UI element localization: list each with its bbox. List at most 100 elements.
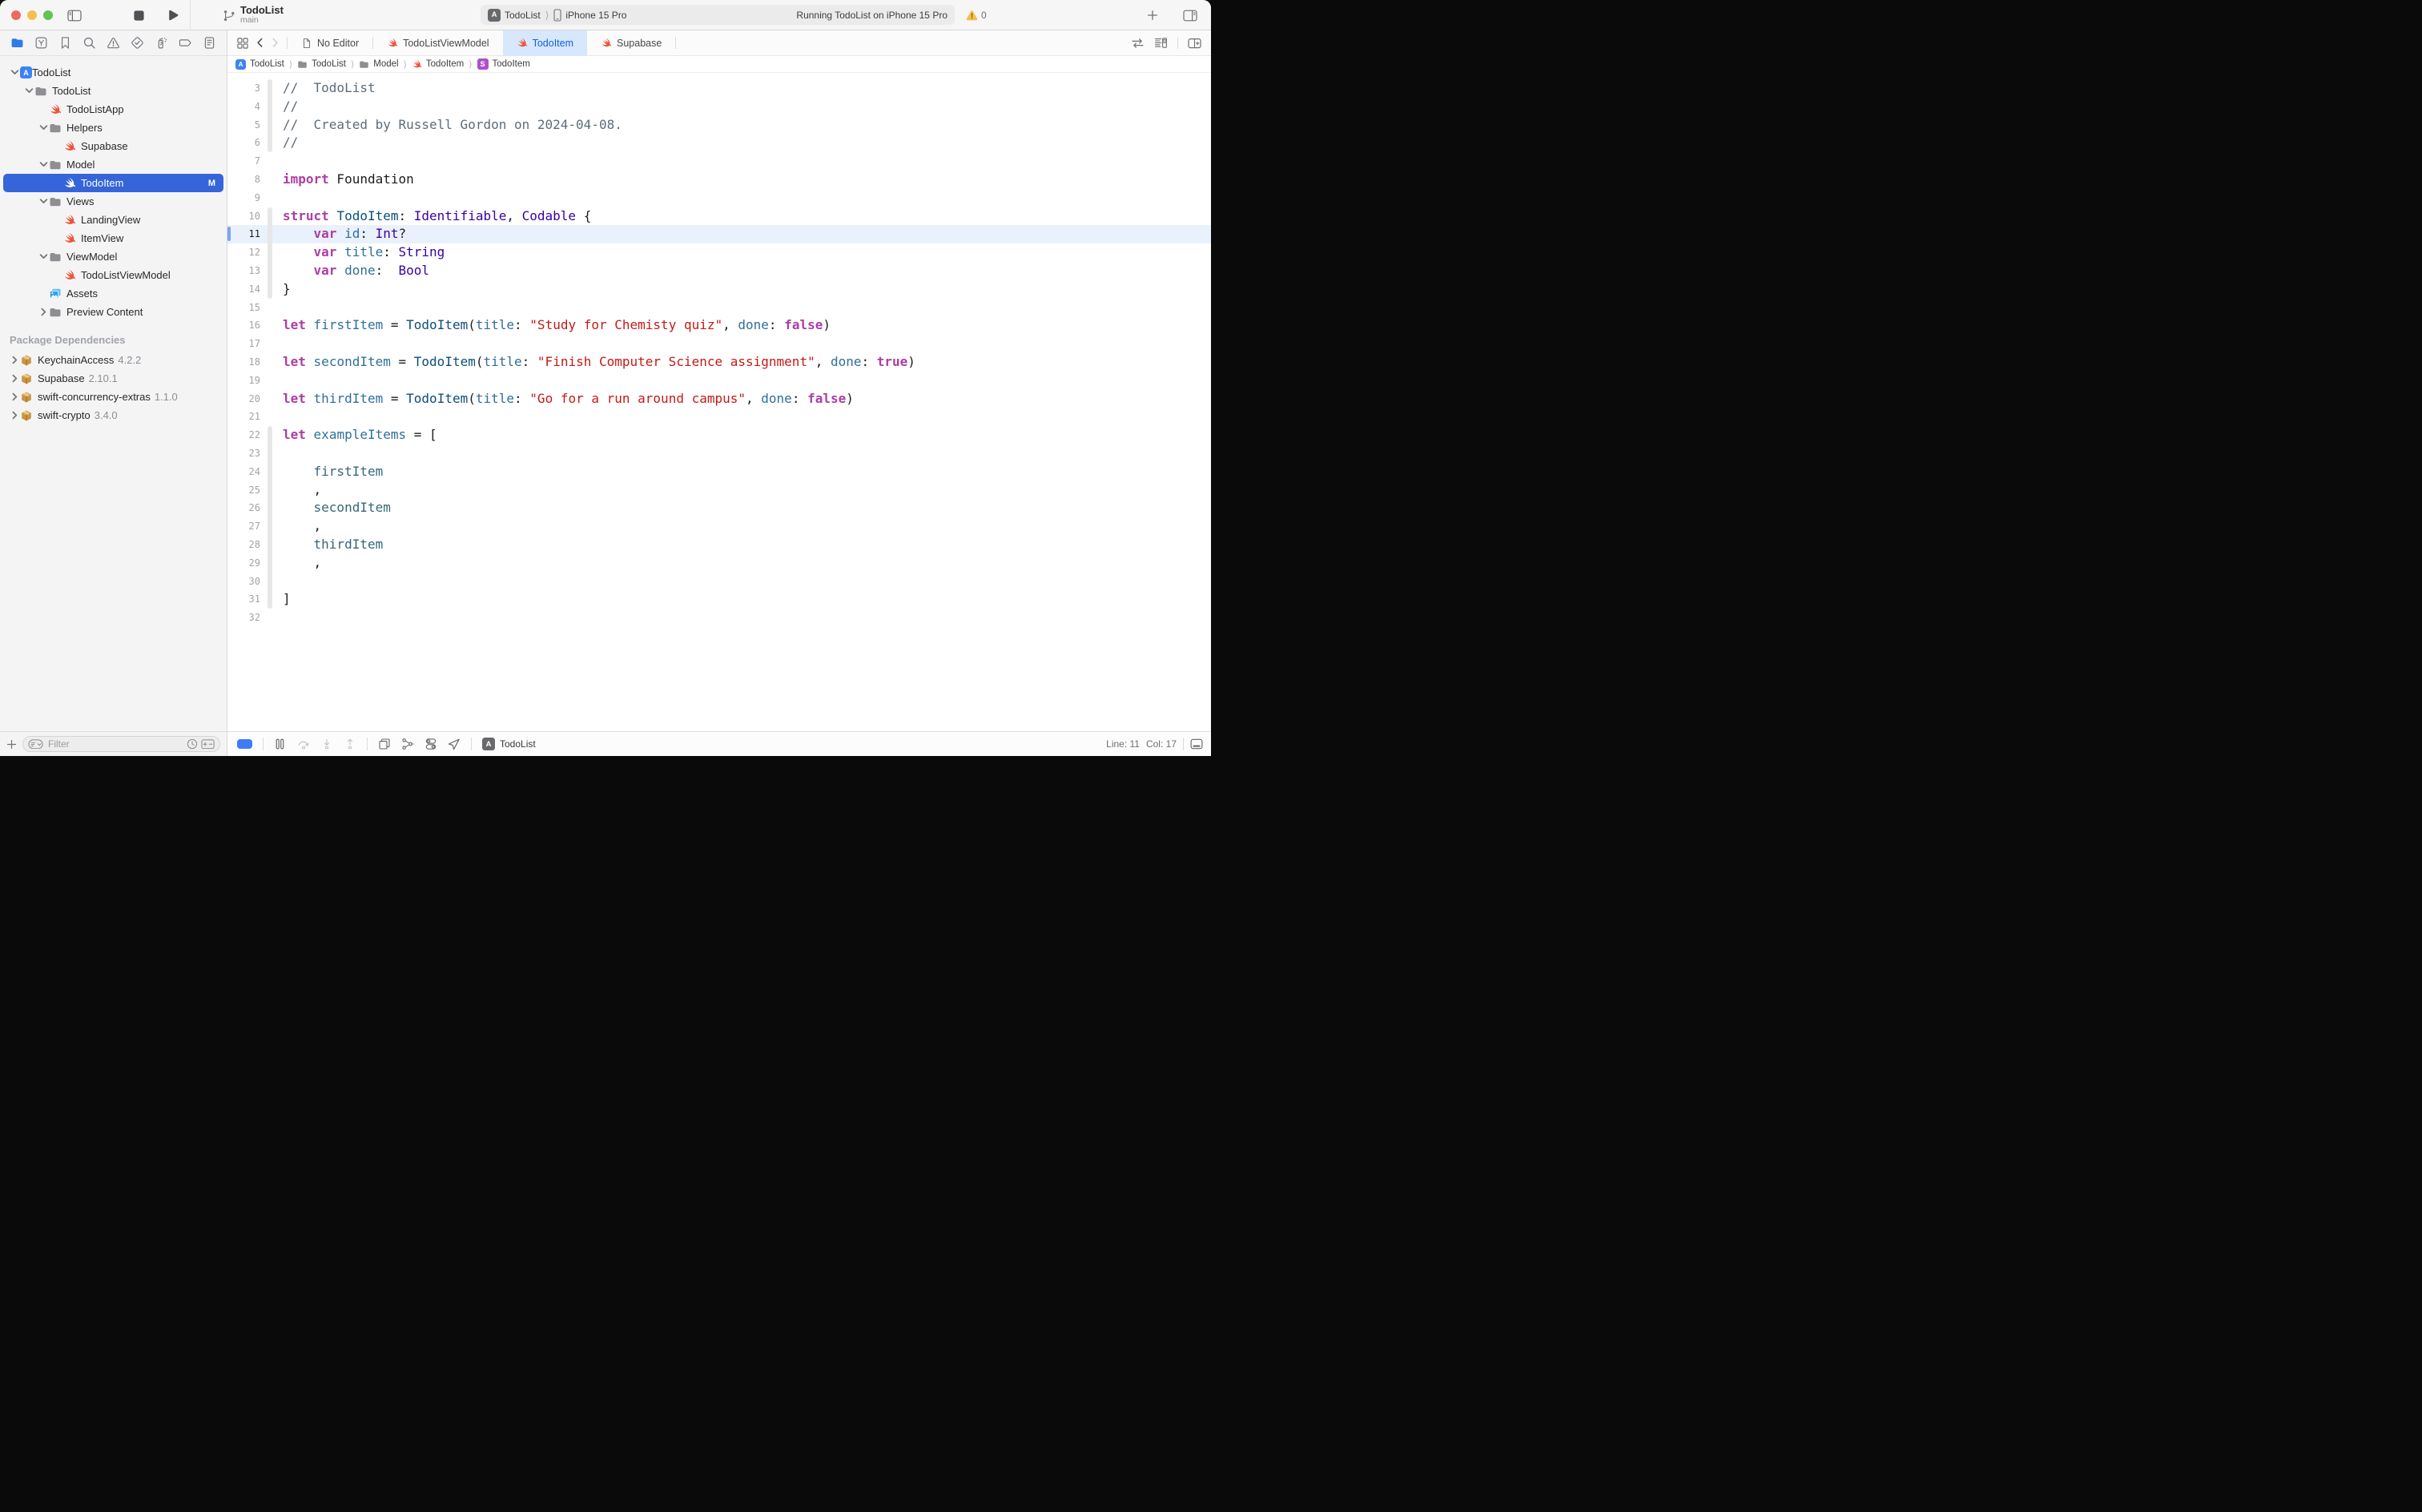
chevron-right-icon[interactable] <box>38 307 49 317</box>
code-line-12[interactable]: 12 var title: String <box>227 243 1211 262</box>
breakpoints-icon[interactable] <box>179 36 192 50</box>
fold-ribbon[interactable] <box>264 499 275 517</box>
filter-input[interactable] <box>46 738 183 750</box>
code-line-20[interactable]: 20let thirdItem = TodoItem(title: "Go fo… <box>227 390 1211 408</box>
fold-ribbon[interactable] <box>264 408 275 426</box>
line-number[interactable]: 30 <box>227 573 264 591</box>
line-number[interactable]: 29 <box>227 554 264 573</box>
line-number[interactable]: 4 <box>227 98 264 116</box>
memory-graph-icon[interactable] <box>401 738 414 750</box>
chevron-right-icon[interactable] <box>10 392 20 402</box>
code-line-8[interactable]: 8import Foundation <box>227 171 1211 189</box>
tree-item-todolist[interactable]: ATodoList <box>3 63 223 82</box>
line-number[interactable]: 11 <box>227 225 264 243</box>
package-item-supabase[interactable]: Supabase2.10.1 <box>3 369 223 388</box>
line-number[interactable]: 8 <box>227 171 264 189</box>
fold-ribbon[interactable] <box>264 116 275 135</box>
line-number[interactable]: 31 <box>227 590 264 609</box>
code-line-24[interactable]: 24 firstItem <box>227 463 1211 481</box>
toggle-inspector-icon[interactable] <box>1183 0 1197 30</box>
fold-ribbon[interactable] <box>264 335 275 353</box>
breakpoints-toggle-icon[interactable] <box>237 739 252 749</box>
code-line-31[interactable]: 31] <box>227 590 1211 609</box>
find-icon[interactable] <box>82 36 96 50</box>
fold-ribbon[interactable] <box>264 134 275 152</box>
code-line-21[interactable]: 21 <box>227 408 1211 426</box>
tab-todolistviewmodel[interactable]: TodoListViewModel <box>373 30 502 56</box>
line-number[interactable]: 5 <box>227 116 264 135</box>
code-line-30[interactable]: 30 <box>227 573 1211 591</box>
fold-ribbon[interactable] <box>264 152 275 171</box>
warning-count-group[interactable]: 0 <box>966 0 987 30</box>
fold-ribbon[interactable] <box>264 262 275 280</box>
fold-ribbon[interactable] <box>264 444 275 463</box>
zoom-window-button[interactable] <box>43 10 53 20</box>
tab-supabase[interactable]: Supabase <box>587 30 675 56</box>
line-number[interactable]: 27 <box>227 517 264 536</box>
line-number[interactable]: 17 <box>227 335 264 353</box>
breadcrumb-item-todolist-0[interactable]: ATodoList <box>235 59 284 70</box>
line-number[interactable]: 3 <box>227 79 264 98</box>
line-number[interactable]: 28 <box>227 536 264 554</box>
code-line-10[interactable]: 10struct TodoItem: Identifiable, Codable… <box>227 207 1211 226</box>
package-item-swift-crypto[interactable]: swift-crypto3.4.0 <box>3 406 223 424</box>
fold-ribbon[interactable] <box>264 517 275 536</box>
code-line-16[interactable]: 16let firstItem = TodoItem(title: "Study… <box>227 316 1211 335</box>
line-number[interactable]: 18 <box>227 353 264 372</box>
chevron-right-icon[interactable] <box>10 410 20 420</box>
fold-ribbon[interactable] <box>264 280 275 299</box>
line-number[interactable]: 6 <box>227 134 264 152</box>
source-code-editor[interactable]: 3// TodoList4//5// Created by Russell Go… <box>227 73 1211 731</box>
chevron-down-icon[interactable] <box>38 196 49 207</box>
related-items-swap-icon[interactable] <box>1131 38 1145 49</box>
code-line-22[interactable]: 22let exampleItems = [ <box>227 426 1211 444</box>
code-line-11[interactable]: 11 var id: Int? <box>227 225 1211 243</box>
chevron-down-icon[interactable] <box>10 67 20 78</box>
line-number[interactable]: 19 <box>227 372 264 390</box>
line-number[interactable]: 23 <box>227 444 264 463</box>
line-number[interactable]: 25 <box>227 481 264 500</box>
issues-icon[interactable] <box>107 36 120 50</box>
scheme-destination-label[interactable]: iPhone 15 Pro <box>565 10 626 21</box>
chevron-down-icon[interactable] <box>38 251 49 262</box>
code-line-7[interactable]: 7 <box>227 152 1211 171</box>
tree-item-supabase[interactable]: Supabase <box>3 137 223 155</box>
code-line-15[interactable]: 15 <box>227 299 1211 317</box>
tree-item-todolistviewmodel[interactable]: TodoListViewModel <box>3 266 223 284</box>
code-line-3[interactable]: 3// TodoList <box>227 79 1211 98</box>
line-number[interactable]: 10 <box>227 207 264 226</box>
add-editor-plus-icon[interactable] <box>1147 0 1158 30</box>
code-line-23[interactable]: 23 <box>227 444 1211 463</box>
fold-ribbon[interactable] <box>264 171 275 189</box>
chevron-right-icon[interactable] <box>10 355 20 365</box>
recent-files-clock-icon[interactable] <box>187 738 198 750</box>
line-number[interactable]: 12 <box>227 243 264 262</box>
simulate-location-icon[interactable] <box>448 738 461 750</box>
line-number[interactable]: 7 <box>227 152 264 171</box>
fold-ribbon[interactable] <box>264 554 275 573</box>
tree-item-viewmodel[interactable]: ViewModel <box>3 247 223 266</box>
code-line-32[interactable]: 32 <box>227 609 1211 627</box>
tree-item-itemview[interactable]: ItemView <box>3 229 223 247</box>
fold-ribbon[interactable] <box>264 79 275 98</box>
source-control-status-filter-icon[interactable] <box>201 739 215 750</box>
breadcrumb-item-todolist-1[interactable]: TodoList <box>297 59 346 70</box>
tree-item-helpers[interactable]: Helpers <box>3 119 223 137</box>
bottom-bar-toggle-icon[interactable] <box>1190 738 1203 750</box>
environment-overrides-icon[interactable] <box>424 738 437 750</box>
stop-button[interactable] <box>133 0 145 30</box>
fold-ribbon[interactable] <box>264 481 275 500</box>
code-line-6[interactable]: 6// <box>227 134 1211 152</box>
fold-ribbon[interactable] <box>264 536 275 554</box>
line-number[interactable]: 32 <box>227 609 264 627</box>
breadcrumb-item-model-2[interactable]: Model <box>359 59 398 70</box>
fold-ribbon[interactable] <box>264 463 275 481</box>
fold-ribbon[interactable] <box>264 609 275 627</box>
scheme-app-label[interactable]: TodoList <box>505 10 541 21</box>
tests-icon[interactable] <box>131 36 144 50</box>
tree-item-views[interactable]: Views <box>3 192 223 211</box>
breadcrumb-item-todoitem-4[interactable]: STodoItem <box>477 58 530 70</box>
code-line-29[interactable]: 29 , <box>227 554 1211 573</box>
code-line-5[interactable]: 5// Created by Russell Gordon on 2024-04… <box>227 116 1211 135</box>
tree-item-model[interactable]: Model <box>3 155 223 174</box>
